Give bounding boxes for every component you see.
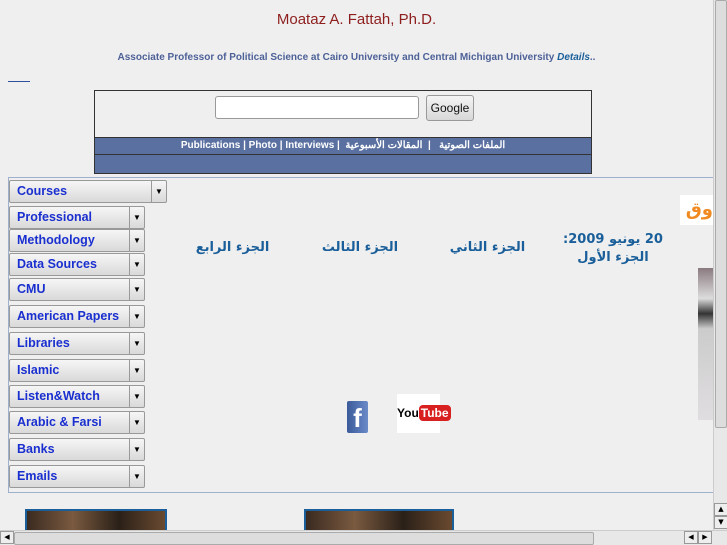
scroll-left-icon[interactable]: ◀	[0, 531, 14, 544]
vertical-scroll-thumb[interactable]	[715, 0, 727, 428]
select-label: Courses	[17, 184, 68, 198]
select-emails[interactable]: Emails ▼	[9, 465, 145, 488]
side-photo[interactable]	[698, 268, 713, 420]
chevron-down-icon[interactable]: ▼	[129, 207, 144, 228]
details-suffix: ..	[589, 52, 596, 63]
chevron-down-icon[interactable]: ▼	[129, 466, 144, 487]
side-banner[interactable]: وق	[680, 195, 713, 225]
search-box: Google Publications | Photo | Interviews…	[94, 90, 592, 174]
select-label: Listen&Watch	[17, 389, 100, 403]
select-professional[interactable]: Professional ▼	[9, 206, 145, 229]
part-2-link[interactable]: الجزء الثاني	[440, 240, 535, 255]
facebook-icon[interactable]: f	[347, 401, 368, 433]
chevron-down-icon[interactable]: ▼	[129, 254, 144, 275]
select-arabic-farsi[interactable]: Arabic & Farsi ▼	[9, 411, 145, 434]
select-label: Professional	[17, 210, 93, 224]
select-label: Banks	[17, 442, 55, 456]
chevron-down-icon[interactable]: ▼	[129, 360, 144, 381]
chevron-down-icon[interactable]: ▼	[129, 333, 144, 354]
chevron-down-icon[interactable]: ▼	[151, 181, 166, 202]
chevron-down-icon[interactable]: ▼	[129, 439, 144, 460]
select-label: Methodology	[17, 233, 95, 247]
vertical-scrollbar[interactable]: ▲ ▼	[713, 0, 727, 530]
horizontal-scrollbar[interactable]: ◀ ◀ ▶	[0, 530, 727, 545]
select-data-sources[interactable]: Data Sources ▼	[9, 253, 145, 276]
youtube-tube-text: Tube	[418, 405, 451, 421]
select-islamic[interactable]: Islamic ▼	[9, 359, 145, 382]
chevron-down-icon[interactable]: ▼	[129, 279, 144, 300]
search-input[interactable]	[215, 96, 419, 119]
chevron-down-icon[interactable]: ▼	[129, 386, 144, 407]
nav-weekly-articles[interactable]: المقالات الأسبوعية	[345, 140, 422, 151]
part-1-link[interactable]: 20 يونيو 2009: الجزء الأول	[548, 231, 678, 267]
video-thumbnail-1[interactable]	[25, 509, 167, 531]
details-link[interactable]: Details	[557, 52, 590, 63]
chevron-down-icon[interactable]: ▼	[129, 306, 144, 327]
select-cmu[interactable]: CMU ▼	[9, 278, 145, 301]
horizontal-scroll-thumb[interactable]	[14, 532, 594, 545]
chevron-down-icon[interactable]: ▼	[129, 412, 144, 433]
nav-photo[interactable]: Photo	[249, 140, 277, 151]
nav-publications[interactable]: Publications	[181, 140, 240, 151]
scroll-down-icon[interactable]: ▼	[714, 516, 727, 529]
nav-interviews[interactable]: Interviews	[285, 140, 334, 151]
scroll-left-icon-2[interactable]: ◀	[684, 531, 698, 544]
select-methodology[interactable]: Methodology ▼	[9, 229, 145, 252]
select-banks[interactable]: Banks ▼	[9, 438, 145, 461]
scroll-up-icon[interactable]: ▲	[714, 503, 727, 516]
select-listen-watch[interactable]: Listen&Watch ▼	[9, 385, 145, 408]
select-label: American Papers	[17, 309, 120, 323]
subtitle: Associate Professor of Political Science…	[0, 52, 713, 63]
select-label: Emails	[17, 469, 58, 483]
part-4-link[interactable]: الجزء الرابع	[185, 240, 280, 255]
scroll-right-icon[interactable]: ▶	[698, 531, 712, 544]
select-label: Arabic & Farsi	[17, 415, 102, 429]
top-link[interactable]	[8, 76, 30, 82]
part-3-link[interactable]: الجزء الثالث	[310, 240, 410, 255]
select-label: CMU	[17, 282, 46, 296]
select-libraries[interactable]: Libraries ▼	[9, 332, 145, 355]
youtube-you-text: You	[397, 406, 419, 420]
select-label: Data Sources	[17, 257, 97, 271]
select-courses[interactable]: Courses ▼	[9, 180, 167, 203]
nav-audio-files[interactable]: الملفات الصوتية	[439, 140, 505, 151]
select-american-papers[interactable]: American Papers ▼	[9, 305, 145, 328]
page-title: Moataz A. Fattah, Ph.D.	[276, 11, 437, 28]
chevron-down-icon[interactable]: ▼	[129, 230, 144, 251]
nav-bar: Publications | Photo | Interviews | المل…	[95, 137, 591, 155]
nav-bar-secondary	[95, 155, 591, 173]
subtitle-text: Associate Professor of Political Science…	[117, 52, 558, 63]
select-label: Libraries	[17, 336, 70, 350]
youtube-icon[interactable]: You Tube	[397, 394, 451, 433]
google-search-button[interactable]: Google	[426, 95, 474, 121]
video-thumbnail-2[interactable]	[304, 509, 454, 531]
select-label: Islamic	[17, 363, 60, 377]
